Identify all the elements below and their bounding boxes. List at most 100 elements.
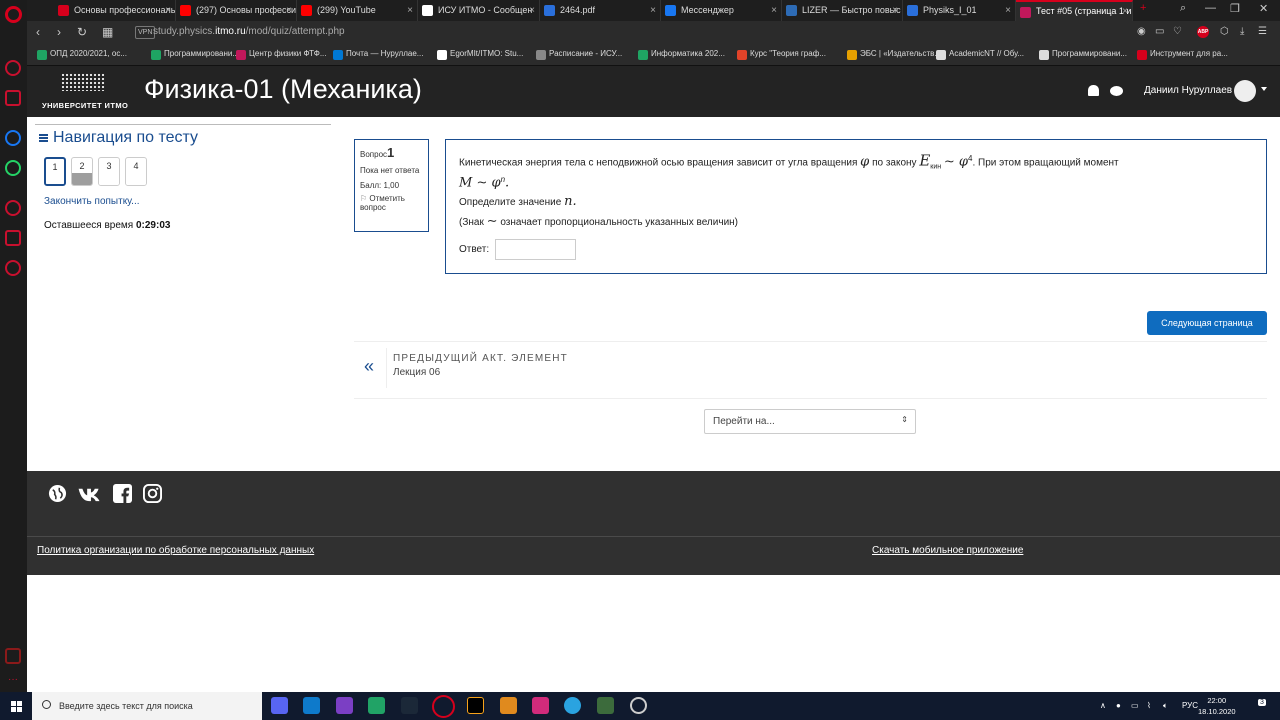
battery-icon[interactable]: ▭ <box>1131 701 1139 710</box>
globe-icon[interactable] <box>48 484 67 503</box>
reload-icon[interactable]: ↻ <box>77 25 87 39</box>
discord-icon[interactable] <box>271 697 288 714</box>
language-indicator[interactable]: РУС <box>1182 701 1198 710</box>
browser-tab[interactable]: (297) Основы профессиональ× <box>176 0 297 21</box>
question-nav-button[interactable]: 1 <box>44 157 66 186</box>
clock[interactable]: 22:00 18.10.2020 <box>1198 695 1236 717</box>
browser-tab[interactable]: Мессенджер × <box>661 0 782 21</box>
bookmark-item[interactable]: Информатика 202... <box>638 49 725 60</box>
tray-chevron-icon[interactable]: ∧ <box>1100 701 1106 710</box>
opera-taskbar-icon[interactable] <box>432 695 455 718</box>
app-icon[interactable] <box>597 697 614 714</box>
sublime-icon[interactable] <box>500 697 517 714</box>
browser-tab[interactable]: Основы профессиональ × <box>54 0 176 21</box>
close-icon[interactable]: × <box>165 0 171 21</box>
opera-logo-icon[interactable] <box>5 6 22 23</box>
browser-tab[interactable]: 2464.pdf × <box>540 0 661 21</box>
windows-start-icon[interactable] <box>11 701 22 712</box>
privacy-policy-link[interactable]: Политика организации по обработке персон… <box>37 545 314 556</box>
forward-icon[interactable]: › <box>57 25 61 39</box>
bookmark-item[interactable]: EgorMIt/ITMO: Stu... <box>437 49 523 60</box>
vk-icon[interactable] <box>77 484 103 503</box>
browser-tab[interactable]: (299) YouTube × <box>297 0 418 21</box>
next-page-button[interactable]: Следующая страница <box>1147 311 1267 335</box>
close-icon[interactable]: × <box>529 0 535 21</box>
new-tab-icon[interactable]: + <box>1140 2 1146 14</box>
browser-tab[interactable]: Physiks_I_01 × <box>903 0 1016 21</box>
question-nav-button[interactable]: 2 <box>71 157 93 186</box>
close-window-icon[interactable]: ✕ <box>1259 2 1268 15</box>
whatsapp-icon[interactable] <box>5 160 21 176</box>
user-name[interactable]: Даниил Нуруллаев <box>1144 85 1232 96</box>
avatar[interactable] <box>1234 80 1256 102</box>
bookmark-item[interactable]: Инструмент для ра... <box>1137 49 1228 60</box>
notifications-bell-icon[interactable] <box>1088 85 1099 96</box>
close-icon[interactable]: × <box>286 0 292 21</box>
jump-to-select[interactable]: Перейти на... ⇕ <box>704 409 916 434</box>
heart-icon[interactable]: ♡ <box>1173 26 1182 37</box>
bookmark-item[interactable]: Почта — Нуруллае... <box>333 49 423 60</box>
bookmark-item[interactable]: Программировани... <box>1039 49 1127 60</box>
flag-question[interactable]: ⚐ Отметить вопрос <box>360 194 423 212</box>
twitch-icon[interactable] <box>5 90 21 106</box>
pycharm-icon[interactable] <box>368 697 385 714</box>
player-icon[interactable] <box>5 648 21 664</box>
close-icon[interactable]: × <box>1005 0 1011 21</box>
browser-tab[interactable]: ИСУ ИТМО - Сообщен × <box>418 0 540 21</box>
browser-tab[interactable]: LIZER — Быстро повыс × <box>782 0 903 21</box>
hamburger-icon[interactable] <box>39 134 48 142</box>
messenger-sidebar-icon[interactable] <box>5 130 21 146</box>
minimize-icon[interactable]: — <box>1205 2 1216 14</box>
answer-input[interactable] <box>495 239 576 260</box>
volume-icon[interactable]: 🔈︎ <box>1163 701 1168 711</box>
facebook-icon[interactable] <box>113 484 132 503</box>
menu-icon[interactable]: ☰ <box>1258 26 1267 37</box>
extensions-icon[interactable] <box>5 230 21 246</box>
taskbar-search[interactable]: Введите здесь текст для поиска <box>32 692 262 720</box>
bookmark-item[interactable]: Центр физики ФТФ... <box>236 49 327 60</box>
close-icon[interactable]: × <box>1122 2 1128 21</box>
bookmark-item[interactable]: Программировани... <box>151 49 239 60</box>
course-title[interactable]: Физика-01 (Механика) <box>144 74 422 105</box>
bookmark-item[interactable]: Курс "Теория граф... <box>737 49 826 60</box>
notifications-icon[interactable]: 3 <box>1258 699 1266 706</box>
intellij-icon[interactable] <box>467 697 484 714</box>
url-field[interactable]: study.physics.itmo.ru/mod/quiz/attempt.p… <box>153 26 345 37</box>
obs-icon[interactable] <box>630 697 647 714</box>
question-nav-button[interactable]: 3 <box>98 157 120 186</box>
telegram-icon[interactable] <box>564 697 581 714</box>
itmo-logo-icon[interactable] <box>61 73 105 91</box>
visual-studio-icon[interactable] <box>336 697 353 714</box>
speed-dial-icon[interactable] <box>5 60 21 76</box>
history-icon[interactable] <box>5 200 21 216</box>
bookmark-item[interactable]: ОПД 2020/2021, ос... <box>37 49 127 60</box>
microphone-icon[interactable]: ● <box>1116 701 1121 710</box>
instagram-icon[interactable] <box>143 484 162 503</box>
vscode-icon[interactable] <box>303 697 320 714</box>
previous-activity[interactable]: « ПРЕДЫДУЩИЙ АКТ. ЭЛЕМЕНТ Лекция 06 <box>354 341 1267 399</box>
wallet-icon[interactable]: ▭ <box>1155 26 1164 37</box>
finish-attempt-link[interactable]: Закончить попытку... <box>44 196 140 207</box>
speed-dial-grid-icon[interactable]: ▦ <box>102 25 113 39</box>
chevron-down-icon[interactable] <box>1261 87 1267 91</box>
close-icon[interactable]: × <box>407 0 413 21</box>
more-icon[interactable]: ··· <box>8 674 18 685</box>
steam-icon[interactable] <box>401 697 418 714</box>
bookmark-item[interactable]: Расписание - ИСУ... <box>536 49 622 60</box>
settings-icon[interactable] <box>5 260 21 276</box>
messages-icon[interactable] <box>1110 86 1123 96</box>
network-icon[interactable]: ⌇ <box>1147 701 1151 710</box>
question-nav-button[interactable]: 4 <box>125 157 147 186</box>
previous-activity-name[interactable]: Лекция 06 <box>393 367 440 378</box>
search-tabs-icon[interactable]: ⌕ <box>1180 2 1186 15</box>
bookmark-item[interactable]: ЭБС | «Издательств... <box>847 49 941 60</box>
adblock-icon[interactable]: ABP <box>1197 26 1209 38</box>
maximize-icon[interactable]: ❐ <box>1230 2 1240 15</box>
cube-icon[interactable]: ⬡ <box>1220 26 1229 37</box>
jetbrains-icon[interactable] <box>532 697 549 714</box>
close-icon[interactable]: × <box>650 0 656 21</box>
bookmark-item[interactable]: AcademicNT // Обу... <box>936 49 1024 60</box>
back-icon[interactable]: ‹ <box>36 25 40 39</box>
close-icon[interactable]: × <box>892 0 898 21</box>
camera-icon[interactable]: ◉ <box>1137 26 1146 37</box>
